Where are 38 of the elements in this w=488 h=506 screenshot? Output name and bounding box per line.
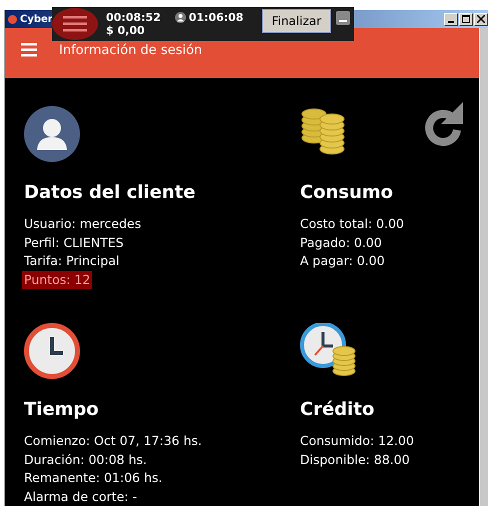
section-title: Consumo [300,182,394,203]
refresh-icon[interactable] [423,100,465,146]
end-button[interactable]: Finalizar [262,9,331,33]
info-line: Consumido: 12.00 [300,432,414,450]
app-icon [8,14,17,24]
close-button[interactable] [474,12,488,26]
remaining-time: 01:06:08 [174,11,244,24]
elapsed-time: 00:08:52 [106,11,161,24]
info-line: Alarma de corte: - [24,488,137,506]
minimize-icon [339,20,347,22]
info-line: Perfil: CLIENTES [24,234,124,252]
amount: $ 0,00 [106,24,146,37]
menu-button[interactable] [52,8,98,40]
section-title: Datos del cliente [24,182,196,203]
info-line: A pagar: 0.00 [300,252,385,270]
info-line: Tarifa: Principal [24,252,120,270]
maximize-icon [462,15,470,23]
user-icon [24,106,80,162]
maximize-button[interactable] [459,12,473,26]
scrollbar[interactable] [479,28,488,506]
info-line: Comienzo: Oct 07, 17:36 hs. [24,432,202,450]
info-line: Disponible: 88.00 [300,450,410,469]
info-line: Costo total: 0.00 [300,215,404,233]
info-line: Remanente: 01:06 hs. [24,469,162,487]
clock-coins-icon [300,323,356,379]
clock-icon [24,323,80,379]
section-title: Crédito [300,399,374,420]
info-line: Pagado: 0.00 [300,234,382,252]
minimize-button[interactable] [444,12,458,26]
close-icon [477,15,485,23]
menu-icon[interactable] [21,43,37,57]
user-icon [174,12,186,23]
section-title: Tiempo [24,399,99,420]
window-title: Cyber [20,14,53,24]
page-title: Información de sesión [59,42,202,58]
info-line: Usuario: mercedes [24,215,142,233]
menu-icon [63,16,87,32]
info-line: Duración: 00:08 hs. [24,450,147,468]
